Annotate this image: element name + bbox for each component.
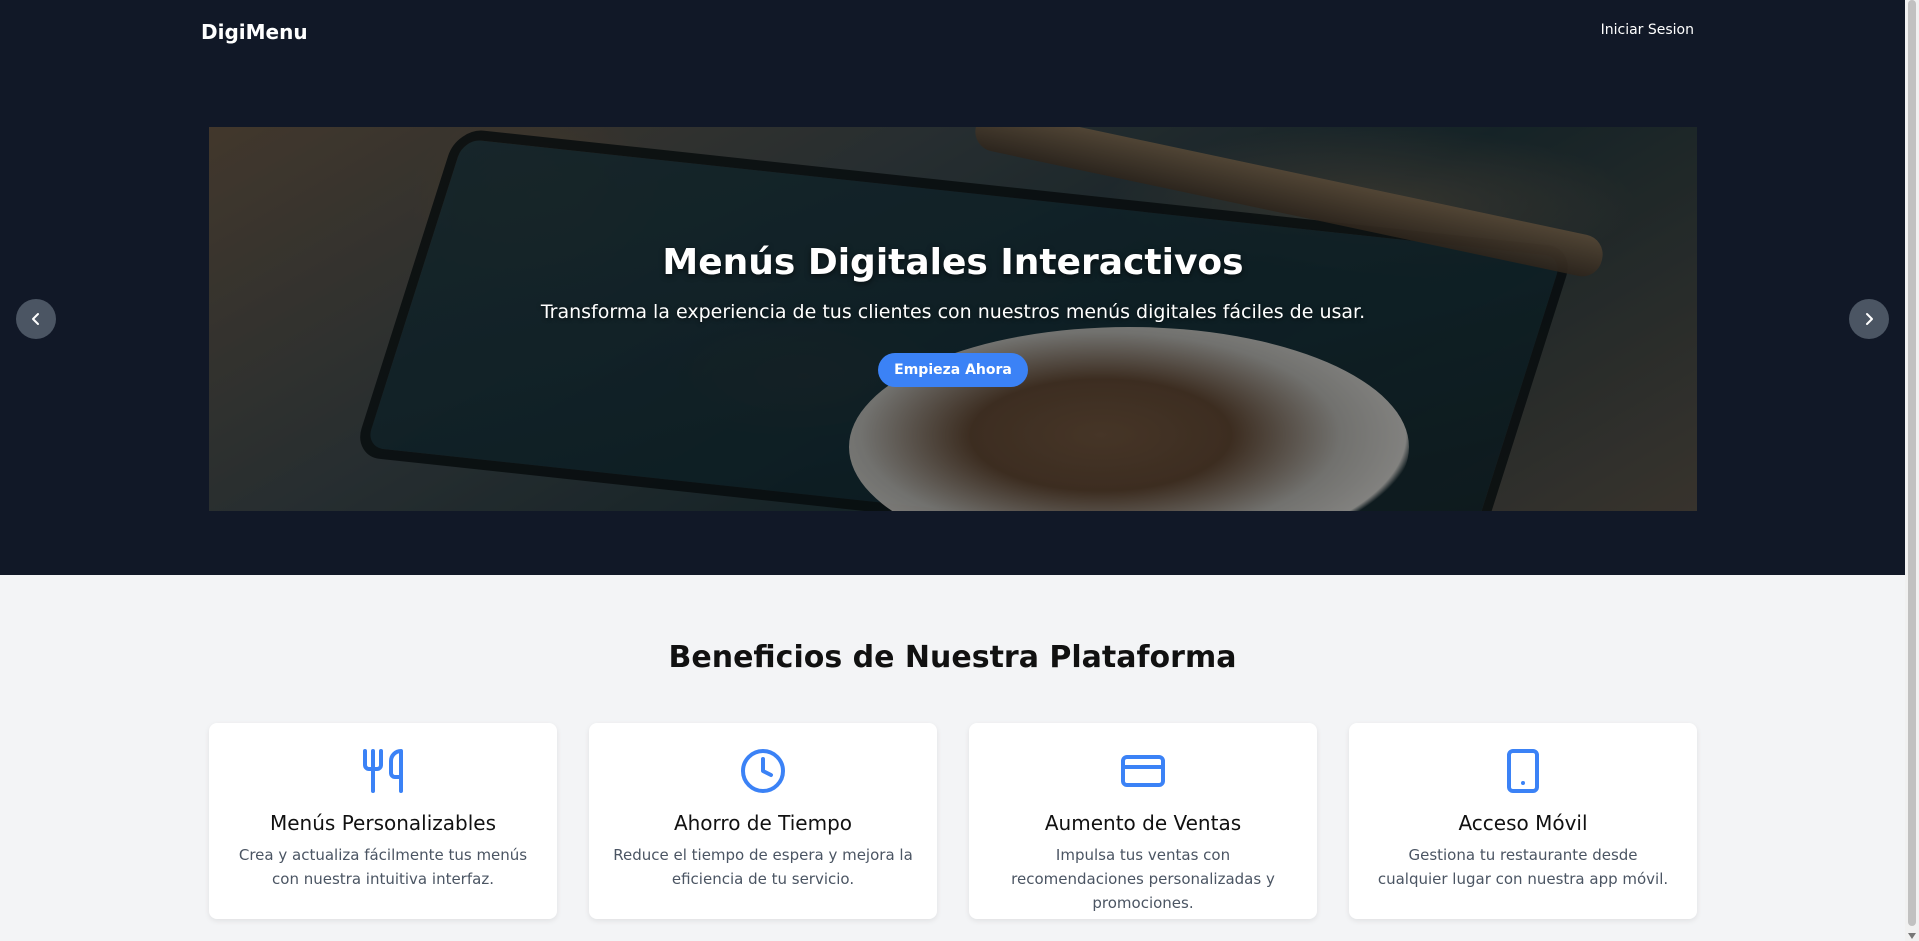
card-title: Menús Personalizables <box>270 811 496 835</box>
benefit-card-time: Ahorro de Tiempo Reduce el tiempo de esp… <box>589 723 937 919</box>
benefits-cards: Menús Personalizables Crea y actualiza f… <box>209 723 1697 919</box>
card-description: Reduce el tiempo de espera y mejora la e… <box>613 846 913 888</box>
hero-section: DigiMenu Iniciar Sesion Menús Digitales … <box>0 0 1905 575</box>
clock-icon <box>739 747 787 795</box>
credit-card-icon <box>1119 747 1167 795</box>
get-started-button[interactable]: Empieza Ahora <box>878 353 1028 387</box>
hero-subtitle: Transforma la experiencia de tus cliente… <box>540 301 1366 323</box>
card-description: Gestiona tu restaurante desde cualquier … <box>1377 846 1669 888</box>
card-description: Crea y actualiza fácilmente tus menús co… <box>238 846 528 888</box>
hero-title: Menús Digitales Interactivos <box>662 242 1244 283</box>
carousel-next-button[interactable] <box>1849 299 1889 339</box>
hero-content: Menús Digitales Interactivos Transforma … <box>209 127 1697 511</box>
chevron-left-icon <box>32 313 39 325</box>
smartphone-icon <box>1499 747 1547 795</box>
benefits-title: Beneficios de Nuestra Plataforma <box>668 640 1237 675</box>
card-title: Acceso Móvil <box>1458 811 1588 835</box>
benefit-card-sales: Aumento de Ventas Impulsa tus ventas con… <box>969 723 1317 919</box>
card-description: Impulsa tus ventas con recomendaciones p… <box>1011 846 1275 912</box>
utensils-icon <box>359 747 407 795</box>
scrollbar-thumb[interactable] <box>1908 0 1916 926</box>
login-link[interactable]: Iniciar Sesion <box>1601 22 1694 38</box>
brand-logo[interactable]: DigiMenu <box>201 20 308 44</box>
benefit-card-mobile: Acceso Móvil Gestiona tu restaurante des… <box>1349 723 1697 919</box>
benefit-card-menus: Menús Personalizables Crea y actualiza f… <box>209 723 557 919</box>
chevron-right-icon <box>1866 313 1873 325</box>
card-title: Aumento de Ventas <box>1044 811 1242 835</box>
scroll-down-arrow-icon[interactable] <box>1908 933 1916 939</box>
card-title: Ahorro de Tiempo <box>673 811 853 835</box>
carousel-prev-button[interactable] <box>16 299 56 339</box>
vertical-scrollbar[interactable] <box>1905 0 1919 941</box>
hero-carousel-slide: Menús Digitales Interactivos Transforma … <box>209 127 1697 511</box>
